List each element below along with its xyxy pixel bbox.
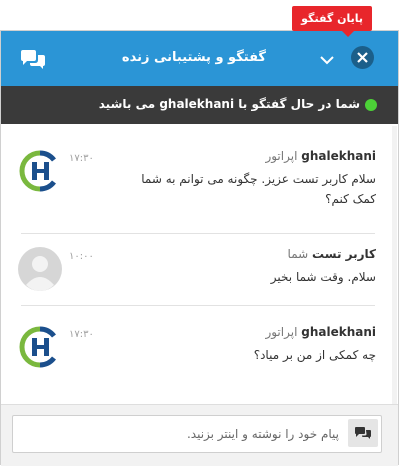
message-sender: ghalekhani اپراتور <box>265 325 376 339</box>
chat-header: گفتگو و پشتیبانی زنده <box>1 31 398 86</box>
message-sender: ghalekhani اپراتور <box>265 149 376 163</box>
chat-header-title: گفتگو و پشتیبانی زنده <box>121 50 266 65</box>
sender-role: اپراتور <box>265 149 298 163</box>
message-input-box <box>12 415 382 453</box>
message-sender: کاربر تست شما <box>288 247 376 261</box>
message-time: ۱۷:۳۰ <box>69 329 94 340</box>
message-divider <box>21 305 375 306</box>
chat-bubbles-icon <box>19 49 47 75</box>
status-text: شما در حال گفتگو با ghalekhani می باشید <box>98 97 360 111</box>
send-button[interactable] <box>348 419 378 447</box>
sender-name: ghalekhani <box>301 149 376 163</box>
chat-send-icon <box>355 426 371 439</box>
messages-scrollbar[interactable] <box>392 126 397 431</box>
chat-composer <box>1 404 398 466</box>
live-chat-widget: گفتگو و پشتیبانی زنده شما در حال گفتگو ب… <box>0 30 399 466</box>
message-divider <box>21 233 375 234</box>
chevron-down-icon[interactable] <box>319 51 335 70</box>
user-avatar <box>18 247 62 291</box>
message-body: چه کمکی از من بر میاد؟ <box>253 348 376 362</box>
sender-role: اپراتور <box>265 325 298 339</box>
close-icon[interactable] <box>351 46 374 69</box>
sender-name: کاربر تست <box>312 247 376 261</box>
sender-name: ghalekhani <box>301 325 376 339</box>
message-input[interactable] <box>17 416 341 452</box>
message-body: سلام. وقت شما بخیر <box>270 270 376 284</box>
operator-avatar-logo <box>18 149 62 193</box>
chat-status-bar: شما در حال گفتگو با ghalekhani می باشید <box>1 86 398 124</box>
operator-avatar-logo <box>18 325 62 369</box>
sender-role: شما <box>287 247 309 261</box>
message-time: ۱۰:۰۰ <box>69 251 94 262</box>
message-time: ۱۷:۳۰ <box>69 153 94 164</box>
online-indicator <box>365 99 377 111</box>
end-chat-tooltip: پایان گفتگو <box>292 6 372 37</box>
message-body: سلام کاربر تست عزیز. چگونه می توانم به ش… <box>141 172 376 206</box>
